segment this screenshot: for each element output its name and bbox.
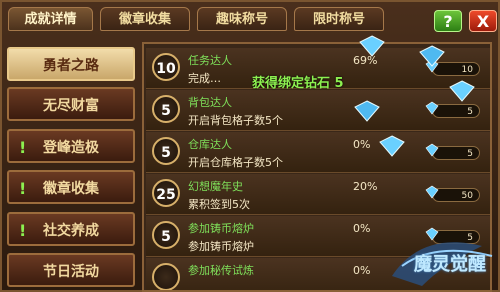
sidebar-item-label: 节日活动 [43, 264, 99, 280]
sidebar-item-label: 勇者之路 [43, 58, 99, 74]
list-item: 25 幻想魔年史 累积签到5次 20% 50 [146, 174, 490, 215]
progress-percent: 0% [353, 222, 371, 235]
achievement-desc: 开启仓库格子数5个 [188, 156, 283, 169]
achievement-desc: 累积签到5次 [188, 198, 250, 211]
sidebar-item-badges[interactable]: ! 徽章收集 [7, 170, 135, 204]
sidebar-item-hero-path[interactable]: 勇者之路 [7, 47, 135, 81]
sidebar-item-peak[interactable]: ! 登峰造极 [7, 129, 135, 163]
sidebar-item-label: 无尽财富 [43, 98, 99, 114]
sidebar-item-label: 社交养成 [43, 223, 99, 239]
sidebar-item-endless-wealth[interactable]: 无尽财富 [7, 87, 135, 121]
achievement-title: 背包达人 [188, 96, 232, 109]
level-badge: 5 [152, 221, 180, 249]
achievement-title: 任务达人 [188, 54, 232, 67]
achievement-desc: 完成… [188, 72, 221, 85]
alert-icon: ! [19, 221, 27, 240]
logo-text: 魔灵觉醒 [414, 254, 486, 275]
alert-icon: ! [19, 138, 27, 157]
reward-popup-text: 获得绑定钻石 5 [252, 76, 344, 91]
achievement-desc: 参加铸币熔炉 [188, 240, 254, 253]
reward-box[interactable]: 50 [425, 185, 480, 202]
tab-fun-titles[interactable]: 趣味称号 [197, 7, 287, 31]
sidebar-item-label: 徽章收集 [43, 181, 99, 197]
reward-amount: 50 [461, 191, 473, 201]
sidebar-item-social[interactable]: ! 社交养成 [7, 212, 135, 246]
level-badge: 25 [152, 179, 180, 207]
game-window: 成就详情 徽章收集 趣味称号 限时称号 ? X 勇者之路 无尽财富 ! 登峰造极 … [0, 0, 500, 292]
tab-badge-collection[interactable]: 徽章收集 [100, 7, 190, 31]
tab-achievement-details[interactable]: 成就详情 [8, 7, 93, 31]
achievement-desc: 开启背包格子数5个 [188, 114, 283, 127]
level-badge: 5 [152, 137, 180, 165]
progress-percent: 0% [353, 264, 371, 277]
achievement-title: 参加铸币熔炉 [188, 222, 254, 235]
diamond-burst-icon [354, 35, 475, 157]
sidebar-item-label: 登峰造极 [43, 140, 99, 156]
progress-percent: 20% [353, 180, 378, 193]
level-badge [152, 263, 180, 290]
level-badge: 5 [152, 95, 180, 123]
achievement-title: 仓库达人 [188, 138, 232, 151]
alert-icon: ! [19, 179, 27, 198]
achievement-title: 幻想魔年史 [188, 180, 243, 193]
sidebar-item-holiday[interactable]: 节日活动 [7, 253, 135, 287]
diamond-icon [425, 185, 439, 199]
category-sidebar: 勇者之路 无尽财富 ! 登峰造极 ! 徽章收集 ! 社交养成 节日活动 [7, 42, 137, 290]
level-badge: 10 [152, 53, 180, 81]
achievement-title: 参加秘传试炼 [188, 264, 254, 277]
